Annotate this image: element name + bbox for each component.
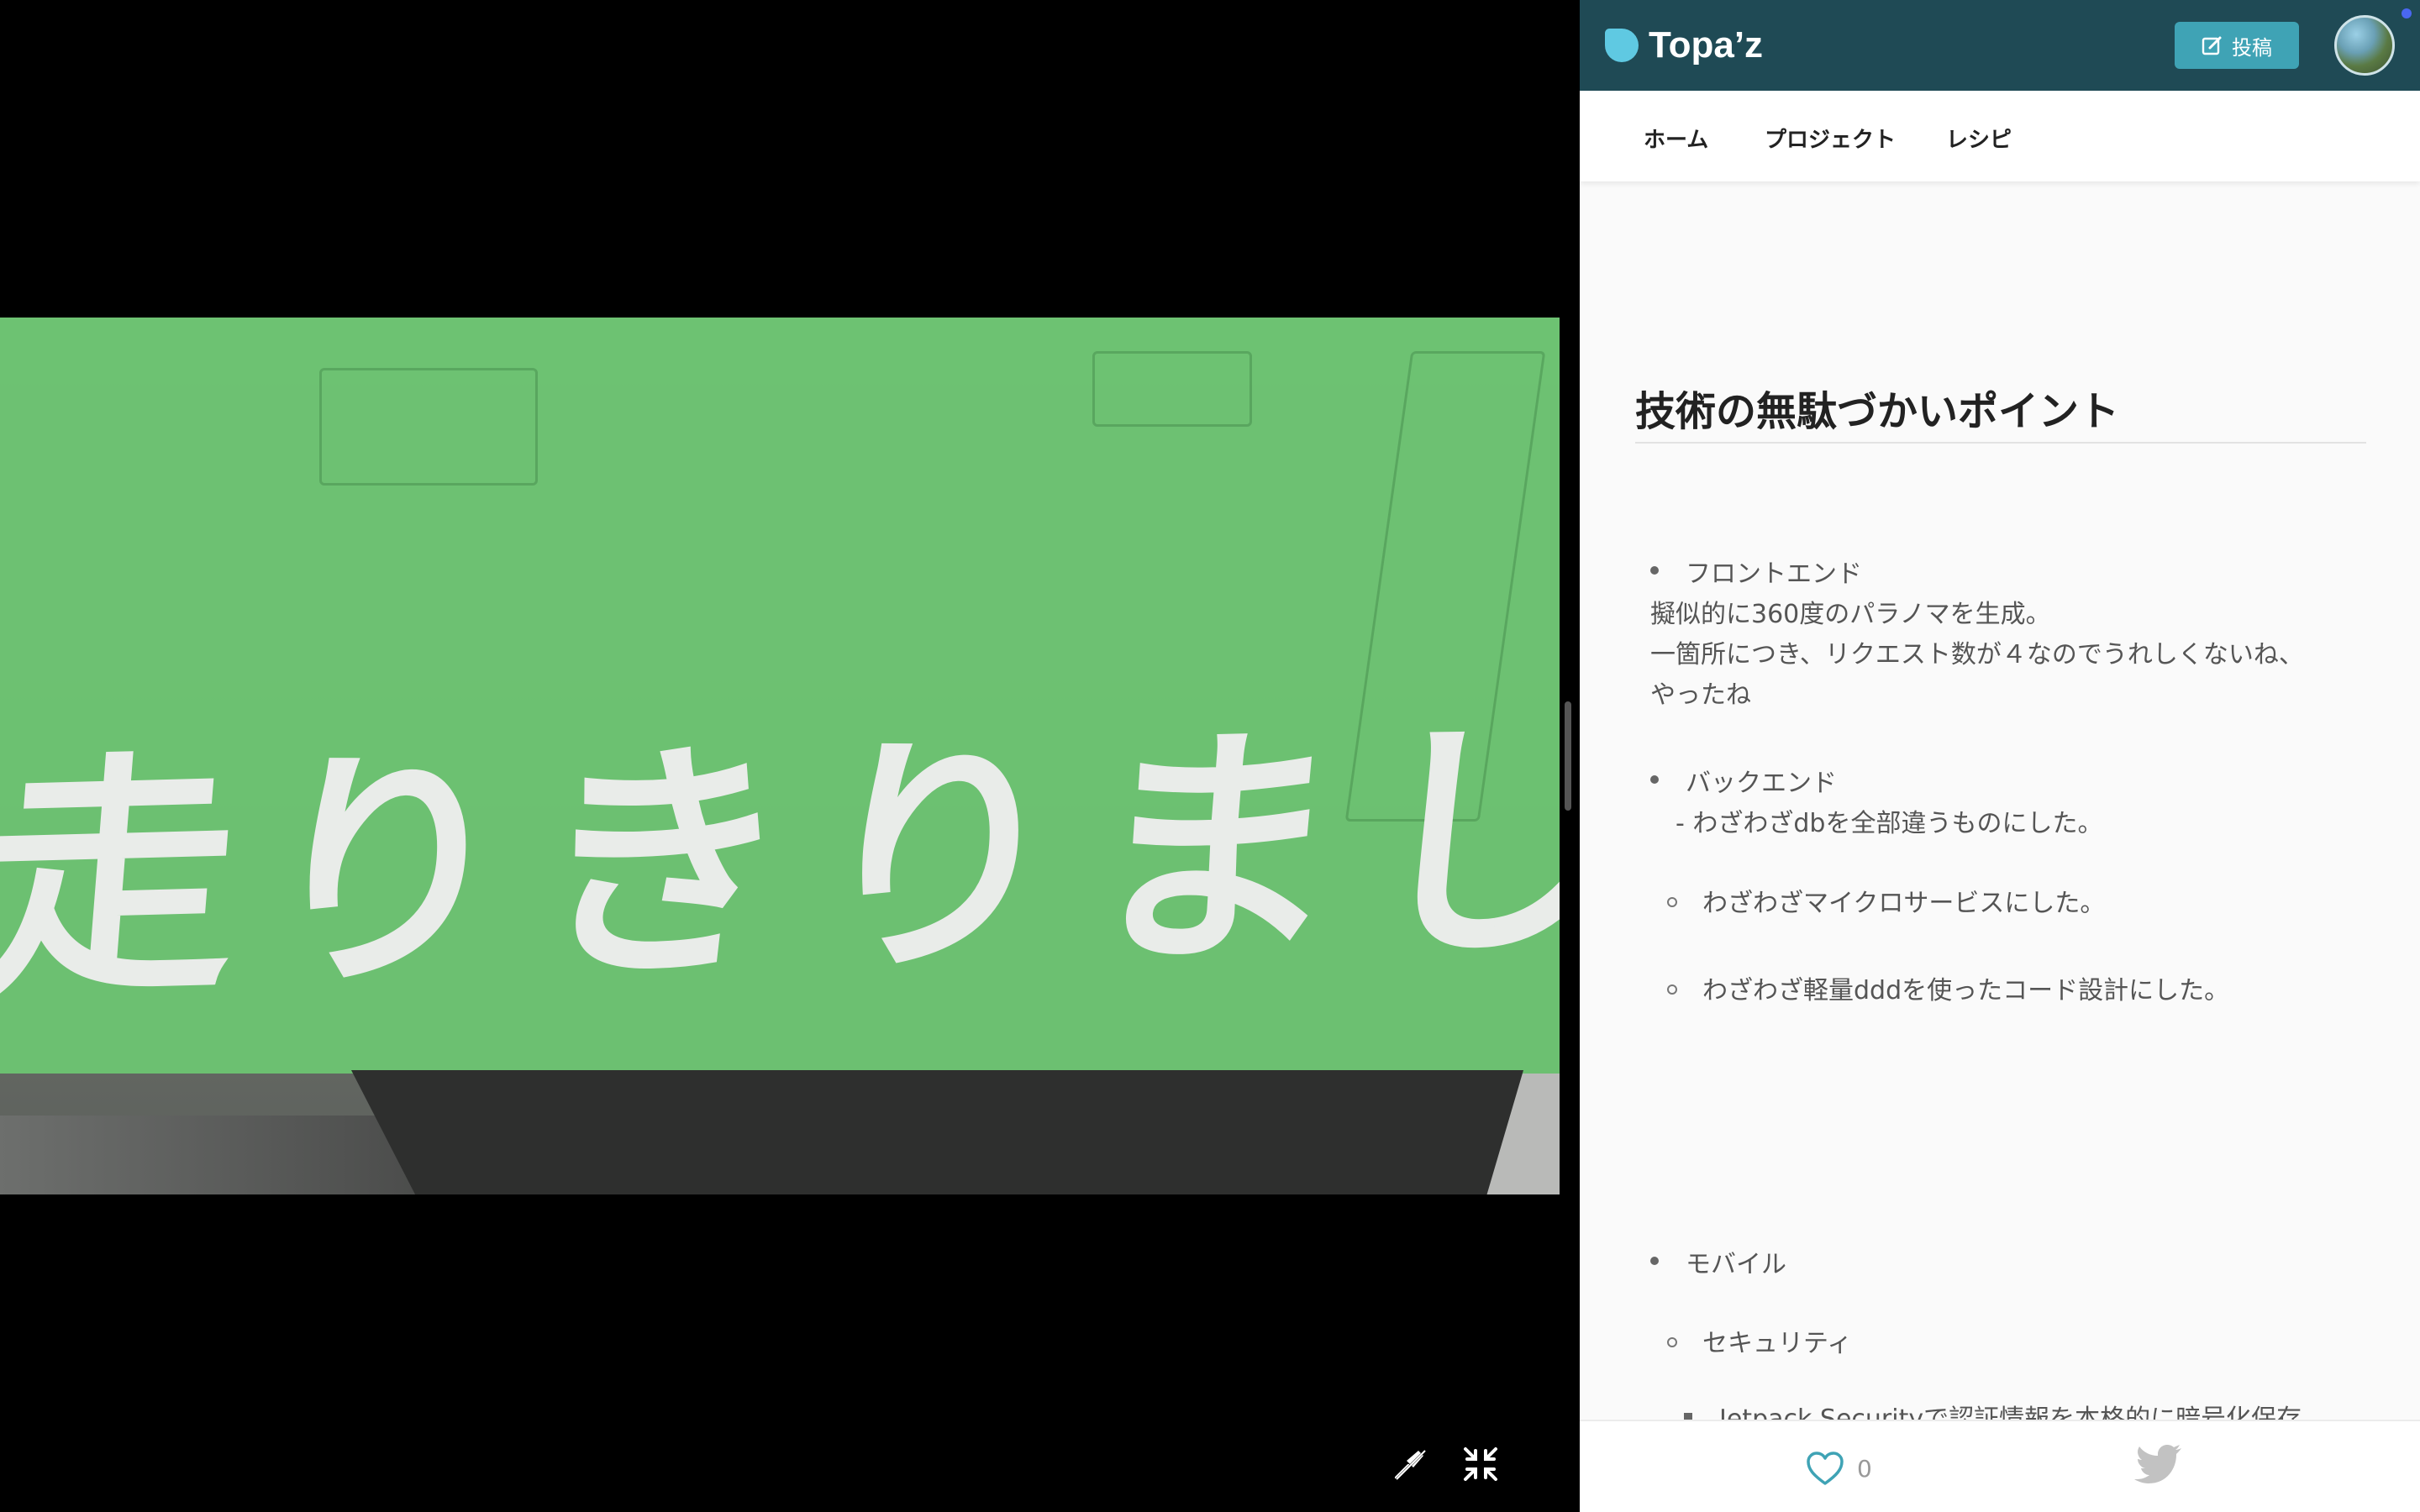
panel-resize-handle[interactable] <box>1565 701 1571 811</box>
post-button-label: 投稿 <box>2232 35 2272 60</box>
like-button[interactable]: 0 <box>1805 1445 1889 1492</box>
exit-fullscreen-button[interactable] <box>1457 1441 1504 1488</box>
backend-line: - わざわざdbを全部違うものにした。 <box>1676 809 2103 838</box>
telescope-icon <box>1393 1447 1428 1483</box>
heart-icon <box>1807 1452 1844 1485</box>
video-frame: 走りきりました <box>0 318 1560 1194</box>
title-divider <box>1635 442 2366 444</box>
notification-dot <box>2402 8 2412 18</box>
video-overlay-banner: 走りきりました <box>0 318 1560 1074</box>
app-header: Topa’z 投稿 <box>1580 0 2420 91</box>
ghost-sign <box>1092 351 1252 427</box>
video-dark-strip <box>351 1070 1523 1194</box>
backend-subitem: わざわざマイクロサービスにした。 <box>1702 889 2106 918</box>
post-button[interactable]: 投稿 <box>2175 22 2299 69</box>
nav-item-recipes[interactable]: レシピ <box>1946 123 2012 154</box>
list-bullet <box>1650 1257 1659 1265</box>
app-logo[interactable]: Topa’z <box>1605 20 1763 71</box>
article-body: 技術の無駄づかいポイント フロントエンド 擬似的に360度のパラノマを生成。 一… <box>1580 181 2420 1420</box>
road-surface <box>0 1116 437 1194</box>
mobile-subitem: セキュリティ <box>1702 1329 1853 1358</box>
logo-text: Topa’z <box>1649 24 1764 66</box>
section-heading-mobile: モバイル <box>1686 1250 1786 1279</box>
frontend-line: 擬似的に360度のパラノマを生成。 <box>1650 600 2051 629</box>
video-controls <box>1386 1441 1555 1499</box>
section-heading-backend: バックエンド <box>1686 769 1837 798</box>
list-bullet <box>1650 566 1659 575</box>
list-square <box>1684 1413 1692 1420</box>
list-bullet <box>1650 775 1659 784</box>
collapse-icon <box>1464 1447 1497 1481</box>
main-nav: ホーム プロジェクト レシピ <box>1580 91 2420 181</box>
article-action-bar: 0 <box>1580 1420 2420 1512</box>
backend-subitem: わざわざ軽量dddを使ったコード設計にした。 <box>1702 976 2230 1005</box>
ghost-car <box>319 368 538 486</box>
mobile-subsubitem: Jetpack Securityで認証情報を本格的に暗号化保存 <box>1719 1404 2302 1420</box>
video-player[interactable]: 走りきりました <box>0 0 1580 1512</box>
user-avatar[interactable] <box>2334 15 2395 76</box>
section-heading-frontend: フロントエンド <box>1686 559 1862 589</box>
article-title: 技術の無駄づかいポイント <box>1635 388 2120 435</box>
video-caption-text: 走りきりました <box>0 685 1560 1030</box>
list-circle <box>1667 897 1677 907</box>
nav-item-projects[interactable]: プロジェクト <box>1765 123 1896 154</box>
edit-icon <box>2202 36 2222 55</box>
logo-mark-icon <box>1605 29 1639 62</box>
frontend-line: 一箇所につき、リクエスト数が４なのでうれしくないね、 <box>1650 640 2304 669</box>
twitter-icon <box>2134 1445 2181 1483</box>
twitter-share-button[interactable] <box>2133 1443 2183 1494</box>
list-circle <box>1667 984 1677 995</box>
article-side-panel: Topa’z 投稿 ホーム プロジェクト レシピ 技術の無駄づかいポイント フロ… <box>1580 0 2420 1512</box>
picture-in-picture-button[interactable] <box>1386 1441 1434 1488</box>
like-count: 0 <box>1857 1454 1872 1483</box>
frontend-line: やったね <box>1650 680 1751 710</box>
list-circle <box>1667 1337 1677 1347</box>
nav-item-home[interactable]: ホーム <box>1644 123 1708 154</box>
